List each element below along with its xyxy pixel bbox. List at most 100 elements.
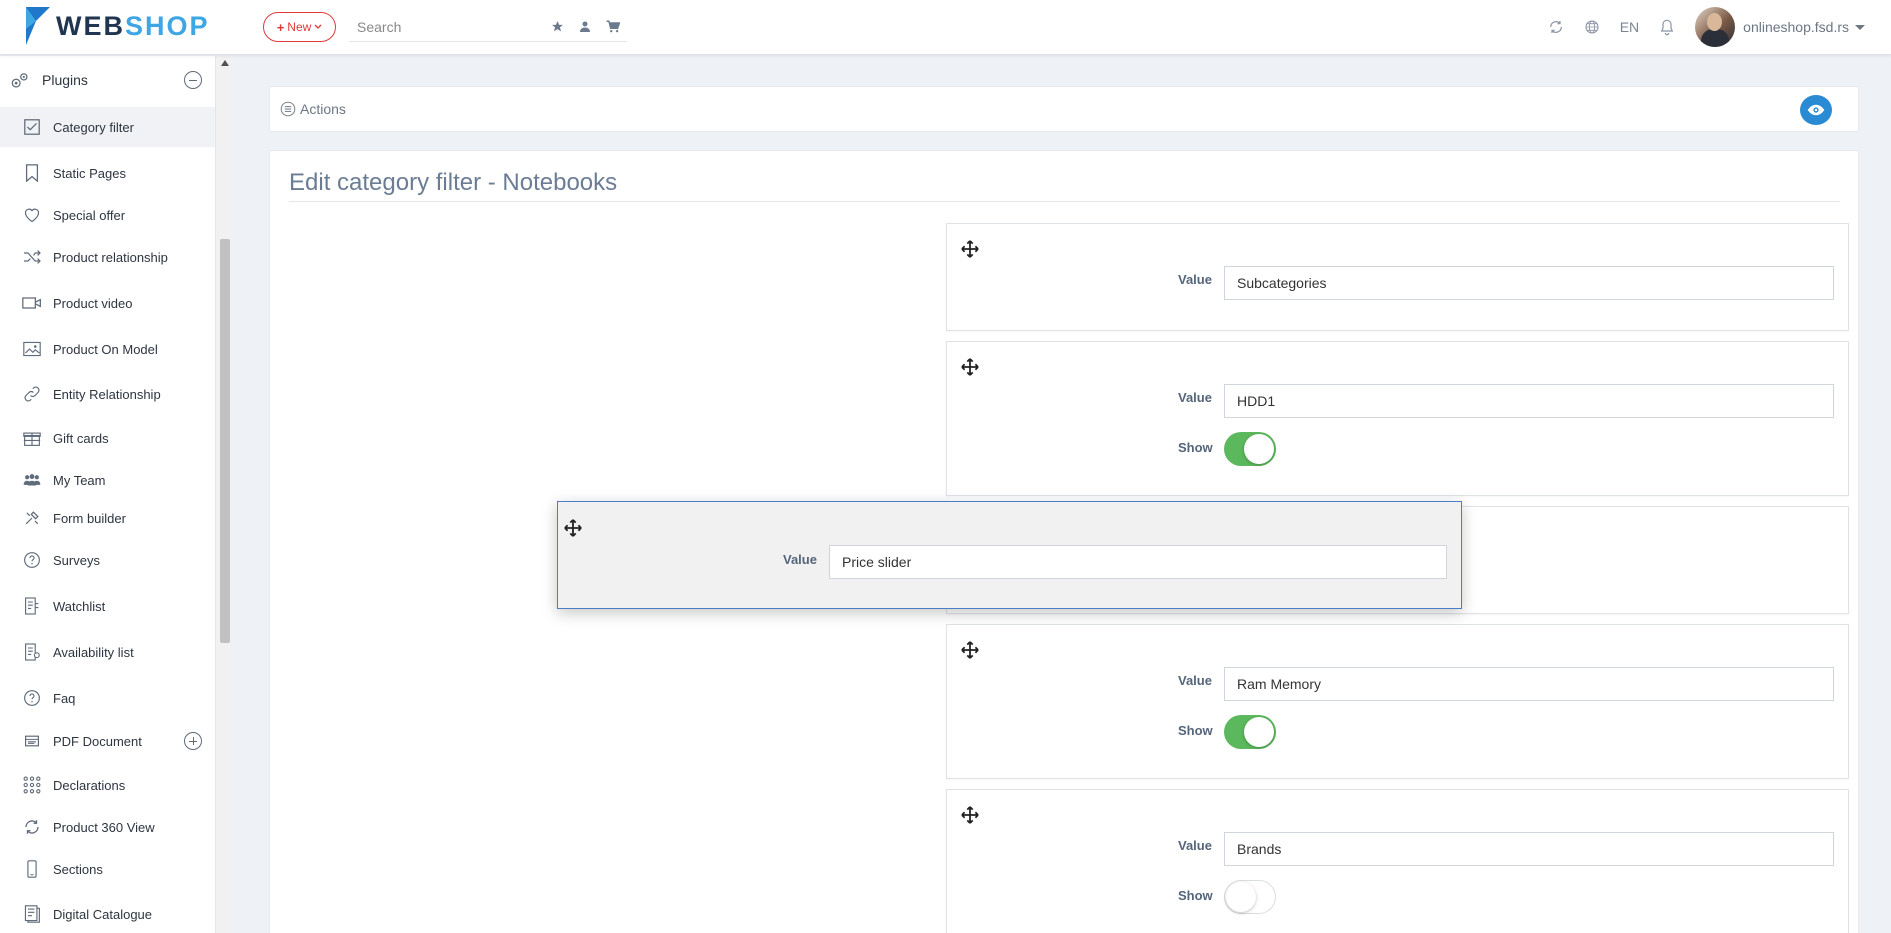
search-bar — [349, 12, 627, 42]
cart-icon[interactable] — [605, 18, 621, 34]
collapse-icon[interactable] — [184, 71, 202, 89]
plugins-icon — [10, 70, 30, 90]
sidebar-item-label: Sections — [53, 861, 103, 877]
sidebar-item-entity-relationship[interactable]: Entity Relationship — [0, 374, 215, 414]
question-circle-icon — [22, 688, 42, 708]
sidebar-item-label: Static Pages — [53, 165, 126, 181]
new-button-label: New — [287, 20, 312, 34]
sidebar-item-label: PDF Document — [53, 733, 142, 749]
sidebar-item-digital-catalogue[interactable]: Digital Catalogue — [0, 894, 215, 933]
sidebar-item-product-relationship[interactable]: Product relationship — [0, 237, 215, 277]
sidebar-header-plugins[interactable]: Plugins — [0, 60, 215, 100]
actions-label: Actions — [300, 101, 346, 117]
sidebar-header-label: Plugins — [42, 72, 88, 88]
value-label: Value — [1178, 838, 1212, 853]
sidebar-item-surveys[interactable]: Surveys — [0, 540, 215, 580]
scroll-up-arrow-icon[interactable] — [221, 60, 229, 66]
watchlist-icon — [22, 596, 42, 616]
sidebar-item-label: Product video — [53, 295, 133, 311]
move-icon[interactable] — [961, 806, 979, 824]
sidebar-item-product-on-model[interactable]: Product On Model — [0, 329, 215, 369]
logo-text-web: WEB — [56, 10, 125, 41]
mobile-icon — [22, 859, 42, 879]
preview-button[interactable] — [1800, 95, 1832, 125]
webshop-logo[interactable]: WEBSHOP — [24, 6, 210, 46]
expand-icon[interactable] — [184, 732, 202, 750]
pdf-icon — [22, 731, 42, 751]
grid-dots-icon — [22, 775, 42, 795]
link-icon — [22, 384, 42, 404]
sidebar-item-product-360-view[interactable]: Product 360 View — [0, 807, 215, 847]
sidebar-item-declarations[interactable]: Declarations — [0, 765, 215, 805]
plus-icon: + — [276, 19, 285, 35]
sidebar-item-label: Product On Model — [53, 341, 158, 357]
value-input[interactable] — [1224, 384, 1834, 418]
bell-icon[interactable] — [1659, 19, 1675, 36]
new-button[interactable]: + New — [263, 12, 336, 42]
logo-text-shop: SHOP — [125, 10, 210, 41]
title-divider — [289, 201, 1840, 202]
sidebar-item-category-filter[interactable]: Category filter — [0, 107, 215, 147]
gift-icon — [22, 428, 42, 448]
catalogue-icon — [22, 904, 42, 924]
video-icon — [22, 293, 42, 313]
checklist-icon — [22, 117, 42, 137]
move-icon[interactable] — [961, 641, 979, 659]
sidebar-item-sections[interactable]: Sections — [0, 849, 215, 889]
search-input[interactable] — [349, 18, 539, 35]
sidebar-scrollbar[interactable] — [217, 56, 232, 933]
sidebar-item-availability-list[interactable]: Availability list — [0, 632, 215, 672]
sidebar-item-form-builder[interactable]: Form builder — [0, 498, 215, 538]
value-input[interactable] — [1224, 832, 1834, 866]
sidebar: Plugins Category filter Static Pages Spe… — [0, 56, 216, 933]
value-label: Value — [1178, 390, 1212, 405]
value-input[interactable] — [1224, 266, 1834, 300]
show-toggle[interactable] — [1224, 432, 1276, 466]
show-toggle[interactable] — [1224, 880, 1276, 914]
move-icon[interactable] — [961, 240, 979, 258]
globe-icon[interactable] — [1584, 19, 1600, 35]
filter-card: Value Show — [946, 624, 1849, 779]
scrollbar-thumb[interactable] — [220, 239, 230, 643]
shuffle-icon — [22, 247, 42, 267]
sidebar-item-special-offer[interactable]: Special offer — [0, 195, 215, 235]
show-toggle[interactable] — [1224, 715, 1276, 749]
top-bar: WEBSHOP + New EN o — [0, 0, 1891, 55]
value-input[interactable] — [829, 545, 1447, 579]
actions-menu[interactable]: Actions — [280, 101, 346, 117]
language-selector[interactable]: EN — [1620, 19, 1639, 35]
sidebar-item-label: Product relationship — [53, 249, 168, 265]
sidebar-item-label: Special offer — [53, 207, 126, 223]
value-label: Value — [783, 552, 817, 567]
sidebar-item-label: Faq — [53, 690, 76, 706]
sidebar-item-label: Surveys — [53, 552, 100, 568]
question-circle-icon — [22, 550, 42, 570]
value-input[interactable] — [1224, 667, 1834, 701]
avatar[interactable] — [1695, 7, 1736, 47]
image-icon — [22, 339, 42, 359]
sidebar-item-watchlist[interactable]: Watchlist — [0, 586, 215, 626]
sidebar-item-pdf-document[interactable]: PDF Document — [0, 721, 215, 761]
availability-icon — [22, 642, 42, 662]
sidebar-item-label: Gift cards — [53, 430, 109, 446]
sidebar-item-gift-cards[interactable]: Gift cards — [0, 418, 215, 458]
dragged-filter-card[interactable]: Value — [557, 501, 1462, 609]
sidebar-item-my-team[interactable]: My Team — [0, 460, 215, 500]
value-label: Value — [1178, 272, 1212, 287]
caret-down-icon[interactable] — [1855, 24, 1865, 30]
sidebar-item-static-pages[interactable]: Static Pages — [0, 153, 215, 193]
sidebar-item-faq[interactable]: Faq — [0, 678, 215, 718]
user-icon[interactable] — [577, 18, 593, 34]
sidebar-item-product-video[interactable]: Product video — [0, 283, 215, 323]
chevron-down-icon — [314, 24, 322, 29]
sync-icon[interactable] — [1548, 19, 1564, 35]
filter-card: Value Show — [946, 341, 1849, 496]
show-label: Show — [1178, 723, 1213, 738]
star-icon[interactable] — [549, 18, 565, 34]
filter-card: Value Show — [946, 789, 1849, 933]
show-label: Show — [1178, 888, 1213, 903]
user-menu[interactable]: onlineshop.fsd.rs — [1743, 19, 1849, 35]
team-icon — [22, 470, 42, 490]
move-icon[interactable] — [564, 519, 582, 537]
move-icon[interactable] — [961, 358, 979, 376]
